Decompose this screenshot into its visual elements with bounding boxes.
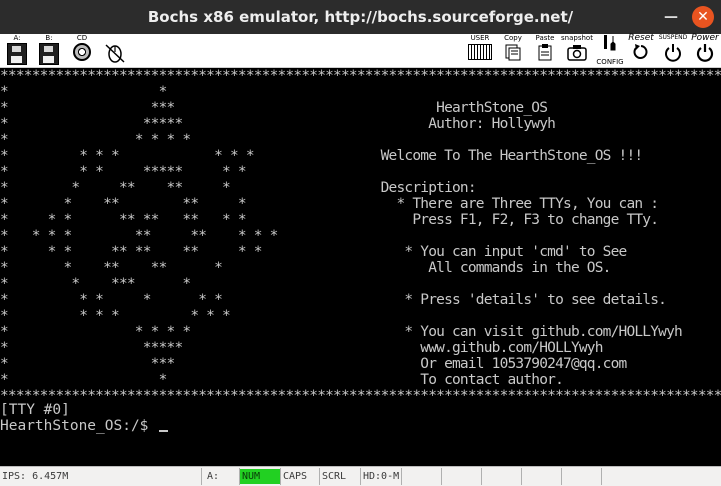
emulator-screen[interactable]: ****************************************… [0, 68, 721, 466]
minimize-button[interactable]: — [660, 6, 682, 28]
floppy-a-label: A: [13, 34, 21, 42]
paste-button[interactable]: Paste [530, 34, 560, 67]
ips-indicator: IPS: 6.457M [2, 471, 69, 482]
floppy-b-button[interactable]: B: [36, 34, 62, 67]
copy-label: Copy [504, 34, 522, 42]
reset-button[interactable]: Reset [626, 34, 656, 67]
text-cursor [159, 430, 169, 432]
minimize-icon: — [664, 9, 678, 25]
floppy-b-label: B: [45, 34, 53, 42]
reset-label: Reset [628, 33, 654, 43]
num-lock-indicator: NUM [240, 469, 280, 484]
cdrom-label: CD [76, 34, 88, 42]
power-label: Power [691, 33, 719, 43]
suspend-button[interactable]: SUSPEND [656, 34, 690, 67]
user-label: USER [470, 34, 490, 42]
cdrom-button[interactable]: CD [68, 34, 96, 67]
window-titlebar: Bochs x86 emulator, http://bochs.sourcef… [0, 0, 721, 34]
snapshot-label: snapshot [561, 34, 593, 42]
bochs-toolbar: A: B: CD USER Copy Paste snapshot CONFIG… [0, 34, 721, 68]
shell-prompt: HearthStone_OS:/$ [0, 418, 158, 434]
suspend-icon [665, 44, 681, 62]
copy-button[interactable]: Copy [500, 34, 526, 67]
window-title: Bochs x86 emulator, http://bochs.sourcef… [147, 8, 574, 26]
copy-icon [505, 44, 521, 61]
close-button[interactable]: ✕ [692, 6, 714, 28]
status-bar: IPS: 6.457M A: NUM CAPS SCRL HD:0-M [0, 466, 721, 486]
scroll-lock-indicator: SCRL [322, 471, 347, 482]
paste-label: Paste [535, 34, 555, 42]
snapshot-button[interactable]: snapshot [560, 34, 594, 67]
snapshot-icon [567, 45, 587, 61]
paste-icon [538, 44, 552, 61]
terminal-console: [TTY #0] HearthStone_OS:/$ [0, 402, 169, 434]
floppy-a-button[interactable]: A: [4, 34, 30, 67]
drive-indicator: A: [207, 471, 220, 482]
reset-icon [633, 44, 648, 59]
keyboard-icon [468, 44, 492, 60]
caps-lock-indicator: CAPS [283, 471, 308, 482]
power-icon [696, 44, 714, 62]
power-button[interactable]: Power [690, 34, 720, 67]
floppy-icon [39, 43, 59, 65]
mouse-toggle-button[interactable] [100, 34, 130, 67]
user-button[interactable]: USER [464, 34, 496, 67]
suspend-label: SUSPEND [658, 34, 688, 41]
close-icon: ✕ [697, 9, 709, 25]
config-button[interactable]: CONFIG [596, 34, 624, 67]
cdrom-icon [73, 43, 91, 61]
tty-indicator: [TTY #0] [0, 402, 70, 418]
hard-disk-indicator: HD:0-M [363, 471, 400, 482]
mouse-icon [105, 44, 125, 63]
config-icon [604, 35, 616, 51]
floppy-icon [7, 43, 27, 65]
config-label: CONFIG [596, 58, 624, 66]
boot-banner: ****************************************… [0, 68, 721, 404]
